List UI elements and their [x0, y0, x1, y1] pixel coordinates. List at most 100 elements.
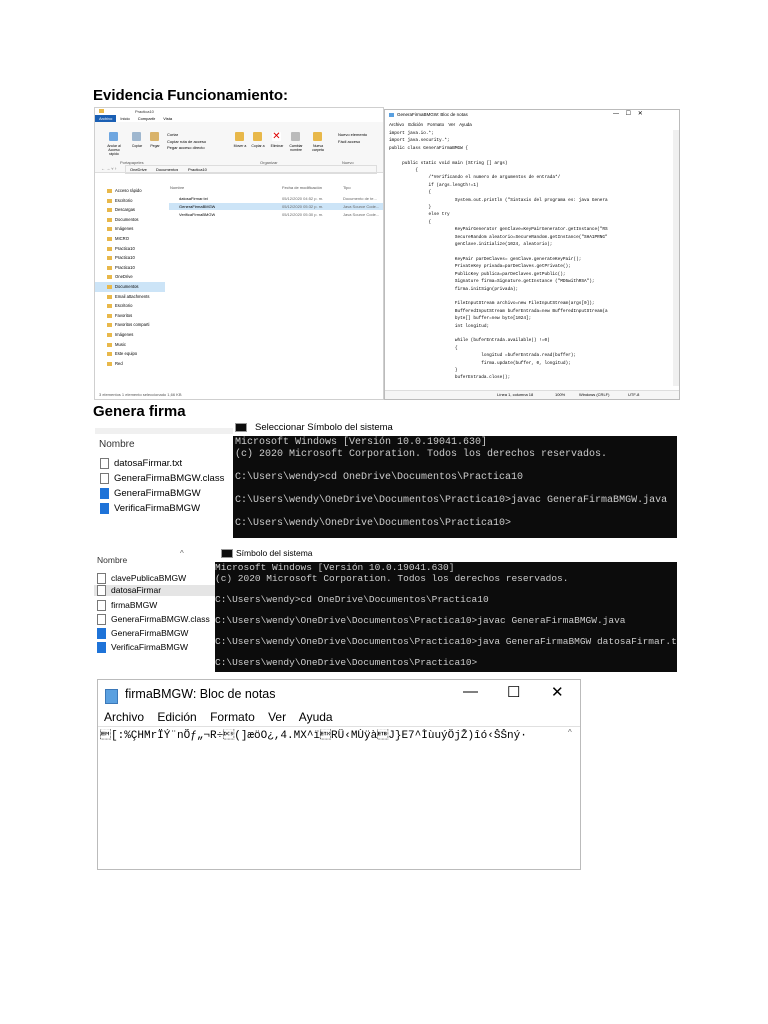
column-tipo[interactable]: Tipo	[343, 185, 351, 190]
file-row[interactable]: datosaFirmar.txt 05/12/2020 04:52 p. m. …	[169, 195, 383, 202]
file-name: datosaFirmar.txt	[114, 458, 183, 470]
nav-item[interactable]: Escritorio	[95, 196, 165, 206]
nav-item[interactable]: Imágenes	[95, 330, 165, 340]
nav-item-selected[interactable]: Documentos	[95, 281, 165, 292]
nav-item[interactable]: Red	[95, 359, 165, 369]
code-editor-text[interactable]: import java.io.*; import java.security.*…	[389, 130, 608, 382]
console-1-output: Microsoft Windows [Versión 10.0.19041.63…	[235, 437, 668, 529]
nav-item[interactable]: Favoritos	[95, 311, 165, 321]
file-date: 05/12/2020 04:52 p. m.	[282, 196, 324, 201]
nav-item[interactable]: Documentos	[95, 215, 165, 225]
ribbon-label-facil-acceso[interactable]: Fácil acceso	[338, 139, 360, 144]
nav-item[interactable]: Acceso rápido	[95, 186, 165, 196]
nav-item[interactable]: Este equipo	[95, 349, 165, 359]
column-nombre[interactable]: Nombre	[99, 439, 135, 450]
menu-ver[interactable]: Ver	[448, 122, 455, 127]
menu-edicion[interactable]: Edición	[408, 122, 423, 127]
ribbon-label-cambiar: Cambiar nombre	[289, 144, 303, 152]
new-folder-icon[interactable]	[313, 132, 322, 141]
ribbon-label-anclar: Anclar al Acceso rápido	[107, 144, 121, 156]
file-row-selected[interactable]: GeneraFirmaBMGW 05/12/2020 05:32 p. m. J…	[169, 203, 383, 210]
address-documentos[interactable]: Documentos	[156, 167, 178, 172]
window-controls[interactable]: — ☐ ✕	[613, 110, 643, 117]
console-1-window[interactable]: Microsoft Windows [Versión 10.0.19041.63…	[233, 436, 677, 538]
nav-item[interactable]: Favoritos comparti	[95, 320, 165, 330]
console-2-window[interactable]: Microsoft Windows [Versión 10.0.19041.63…	[215, 562, 677, 672]
console-2-titlebar: Símbolo del sistema	[215, 545, 677, 562]
paste-icon[interactable]	[150, 132, 159, 141]
nav-item[interactable]: Descargas	[95, 205, 165, 215]
nav-item[interactable]: Music	[95, 340, 165, 350]
vertical-scrollbar[interactable]	[673, 130, 679, 386]
menu-formato[interactable]: Formato	[210, 710, 255, 724]
tab-vista[interactable]: Vista	[159, 115, 176, 122]
nav-item[interactable]: Practica10	[95, 253, 165, 263]
file-date: 05/12/2020 05:32 p. m.	[282, 204, 324, 209]
column-nombre[interactable]: Nombre	[97, 555, 127, 565]
nav-item[interactable]: OneDrive	[95, 272, 165, 282]
nav-item[interactable]: Imágenes	[95, 224, 165, 234]
ribbon-label-copiar-ruta[interactable]: Copiar ruta de acceso	[167, 139, 206, 144]
file-row[interactable]: VerificaFirmaBMGW	[97, 642, 188, 654]
file-row-selected[interactable]: datosaFirmar	[94, 585, 215, 597]
explorer-status-bar: 3 elementos 1 elemento seleccionado 1,66…	[99, 392, 182, 397]
address-practica10[interactable]: Practica10	[188, 167, 207, 172]
file-icon	[97, 585, 106, 597]
nav-item[interactable]: Practica10	[95, 244, 165, 254]
file-row[interactable]: GeneraFirmaBMGW.class	[97, 614, 210, 626]
file-row[interactable]: firmaBMGW	[97, 600, 157, 612]
nav-item[interactable]: MICRO	[95, 234, 165, 244]
rename-icon[interactable]	[291, 132, 300, 141]
file-row[interactable]: datosaFirmar.txt	[100, 458, 182, 469]
copy-icon[interactable]	[132, 132, 141, 141]
explorer-title: Practica10	[135, 109, 154, 114]
file-name: GeneraFirmaBMGW	[114, 488, 201, 500]
menu-archivo[interactable]: Archivo	[389, 122, 404, 127]
column-nombre[interactable]: Nombre	[170, 185, 184, 190]
nav-arrows[interactable]: ← → ˅ ↑	[101, 166, 117, 171]
tab-archivo[interactable]: Archivo	[95, 115, 117, 122]
code-notepad-window: GeneraFirmaBMGW: Bloc de notas — ☐ ✕ Arc…	[384, 109, 680, 400]
chevron-up-icon[interactable]: ^	[180, 549, 184, 558]
ribbon-label-cortar[interactable]: Cortar	[167, 132, 178, 137]
nav-item[interactable]: Email attachments	[95, 292, 165, 302]
file-name: clavePublicaBMGW	[111, 573, 187, 583]
file-row[interactable]: VerificaFirmaBMGW 05/12/2020 05:30 p. m.…	[169, 211, 383, 218]
pin-icon[interactable]	[109, 132, 118, 141]
ribbon-label-pegar-acceso[interactable]: Pegar acceso directo	[167, 145, 205, 150]
file-row[interactable]: VerificaFirmaBMGW	[100, 503, 200, 514]
file-row[interactable]: GeneraFirmaBMGW	[97, 628, 188, 640]
file-icon	[97, 600, 106, 612]
file-row[interactable]: GeneraFirmaBMGW	[100, 488, 201, 499]
menu-formato[interactable]: Formato	[427, 122, 444, 127]
address-onedrive[interactable]: OneDrive	[130, 167, 147, 172]
move-to-icon[interactable]	[235, 132, 244, 141]
close-icon[interactable]: ✕	[551, 683, 564, 701]
file-row[interactable]: clavePublicaBMGW	[97, 573, 187, 585]
delete-icon[interactable]: ✕	[272, 132, 281, 142]
signature-content-text[interactable]: [:%ÇHMrÏÝ¨nÕƒ„¬R÷(]æöO¿,4.MX^ïRÜ‹MÙÿà…	[100, 729, 562, 742]
nav-item[interactable]: Escritorio	[95, 301, 165, 311]
file-row[interactable]: GeneraFirmaBMGW.class	[100, 473, 224, 484]
java-file-icon	[97, 642, 106, 654]
file-name: VerificaFirmaBMGW	[114, 503, 201, 515]
tab-inicio[interactable]: Inicio	[116, 115, 133, 122]
ribbon-label-nuevo-elemento[interactable]: Nuevo elemento	[338, 132, 367, 137]
menu-ayuda[interactable]: Ayuda	[299, 710, 333, 724]
nav-item[interactable]: Practica10	[95, 263, 165, 273]
maximize-icon[interactable]: ☐	[507, 683, 520, 701]
file-name: datosaFirmar	[111, 585, 162, 595]
minimize-icon[interactable]: —	[463, 683, 478, 700]
status-position: Línea 1, columna 18	[497, 392, 534, 397]
copy-to-icon[interactable]	[253, 132, 262, 141]
menu-ayuda[interactable]: Ayuda	[459, 122, 472, 127]
menu-archivo[interactable]: Archivo	[104, 710, 144, 724]
section-heading-funcionamiento: Evidencia Funcionamiento:	[93, 87, 289, 104]
scroll-up-icon[interactable]: ^	[568, 728, 572, 737]
column-fecha[interactable]: Fecha de modificación	[282, 185, 322, 190]
menu-ver[interactable]: Ver	[268, 710, 286, 724]
tab-compartir[interactable]: Compartir	[134, 115, 160, 122]
address-bar[interactable]: OneDrive Documentos Practica10	[125, 165, 377, 174]
menu-edicion[interactable]: Edición	[157, 710, 196, 724]
ribbon-label-pegar: Pegar	[150, 144, 160, 148]
